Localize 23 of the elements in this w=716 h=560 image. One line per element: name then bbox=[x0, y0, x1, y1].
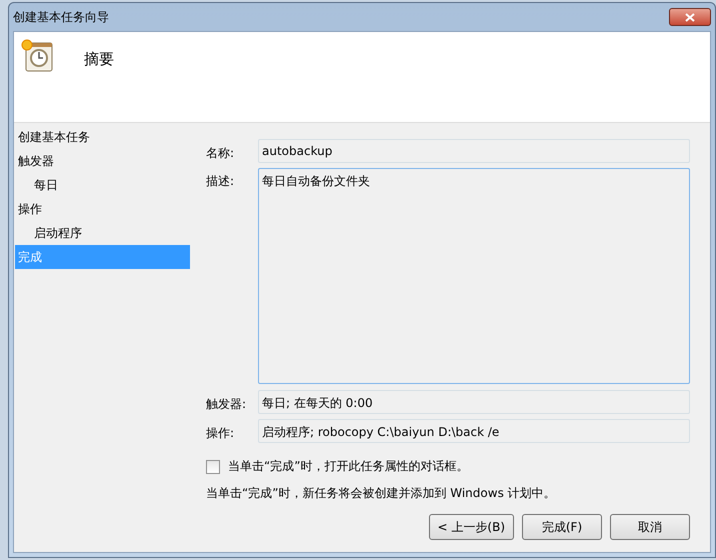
dialog-button[interactable]: 取消 bbox=[610, 514, 690, 540]
field-label: 描述: bbox=[206, 173, 236, 190]
wizard-step[interactable]: 创建基本任务 bbox=[15, 125, 190, 149]
checkbox-label: 当单击“完成”时，打开此任务属性的对话框。 bbox=[228, 458, 468, 475]
dialog-button[interactable]: 完成(F) bbox=[522, 514, 602, 540]
wizard-step[interactable]: 触发器 bbox=[15, 149, 190, 173]
info-text: 当单击“完成”时，新任务将会被创建并添加到 Windows 计划中。 bbox=[206, 485, 557, 502]
field-label: 操作: bbox=[206, 425, 236, 442]
summary-field: 每日; 在每天的 0:00 bbox=[258, 390, 690, 414]
close-button[interactable] bbox=[669, 8, 711, 26]
name-field[interactable]: autobackup bbox=[258, 139, 690, 163]
field-label: 触发器: bbox=[206, 396, 248, 413]
wizard-step[interactable]: 操作 bbox=[15, 197, 190, 221]
dialog-button[interactable]: < 上一步(B) bbox=[428, 514, 514, 540]
field-label: 名称: bbox=[206, 145, 236, 162]
page-title: 摘要 bbox=[84, 50, 114, 69]
wizard-substep[interactable]: 启动程序 bbox=[15, 221, 190, 245]
wizard-substep[interactable]: 每日 bbox=[15, 173, 190, 197]
close-icon bbox=[685, 12, 695, 22]
description-field[interactable]: 每日自动备份文件夹 bbox=[258, 168, 690, 384]
window-title: 创建基本任务向导 bbox=[13, 8, 109, 26]
checkbox[interactable] bbox=[206, 460, 220, 474]
summary-field: 启动程序; robocopy C:\baiyun D:\back /e bbox=[258, 419, 690, 443]
